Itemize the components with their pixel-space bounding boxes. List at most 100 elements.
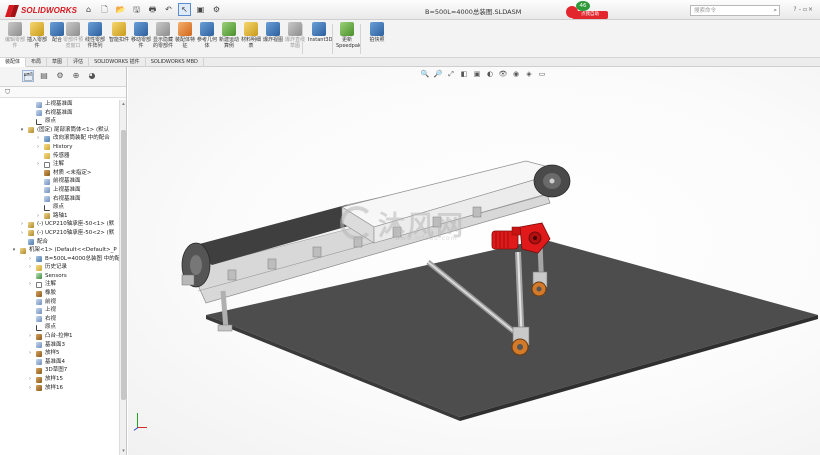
- search-icon[interactable]: ⌕: [773, 6, 777, 14]
- quick-access-button[interactable]: ↶: [162, 3, 175, 16]
- scroll-down-icon[interactable]: ▾: [120, 448, 126, 454]
- quick-access-button[interactable]: 🗋: [98, 3, 111, 16]
- ribbon-button-exploded-view[interactable]: 爆炸视图: [262, 22, 284, 56]
- tree-item[interactable]: › (-) UCP210轴承座-50<2> (默: [0, 229, 119, 238]
- tree-item[interactable]: 3D草图7: [0, 366, 119, 375]
- expand-toggle-icon[interactable]: ›: [27, 280, 33, 289]
- tree-item[interactable]: › 放样16: [0, 384, 119, 393]
- tree-item[interactable]: 右视基准面: [0, 109, 119, 118]
- tree-item[interactable]: ▾ (固定) 尾部滚筒体<1> (默认: [0, 126, 119, 135]
- tree-item[interactable]: 传感器: [0, 152, 119, 161]
- feature-manager-tab-icon[interactable]: 🗂: [22, 70, 34, 82]
- ribbon-button-show-hidden[interactable]: 显示隐藏的零部件: [152, 22, 174, 56]
- tree-item[interactable]: › 凸台-拉伸1: [0, 332, 119, 341]
- tree-item[interactable]: 原点: [0, 203, 119, 212]
- tree-item[interactable]: › 注解: [0, 160, 119, 169]
- tree-item[interactable]: › 放样15: [0, 375, 119, 384]
- restore-icon[interactable]: ▫: [803, 6, 807, 14]
- tree-item[interactable]: Sensors: [0, 272, 119, 281]
- ribbon-button-snapshot[interactable]: 拍快照: [366, 22, 388, 56]
- ribbon-button-speedpak[interactable]: 更新Speedpak: [336, 22, 361, 56]
- tree-item[interactable]: › 放样5: [0, 349, 119, 358]
- tree-item[interactable]: › History: [0, 143, 119, 152]
- graphics-area[interactable]: 🔍 🔎 ⤢ ◧ ▣ ◐ 👁 ◉ ◈ ▭ 沐风网 www.mfcad.com: [128, 67, 820, 455]
- quick-access-button[interactable]: ⚙: [210, 3, 223, 16]
- tree-item[interactable]: 原点: [0, 117, 119, 126]
- expand-toggle-icon[interactable]: ›: [27, 349, 33, 358]
- expand-toggle-icon[interactable]: ›: [35, 160, 41, 169]
- quick-access-button[interactable]: ⌂: [82, 3, 95, 16]
- conveyor-model[interactable]: [128, 67, 820, 455]
- ribbon-button-reference-geometry[interactable]: 参考几何体: [196, 22, 218, 56]
- expand-toggle-icon[interactable]: ›: [19, 229, 25, 238]
- tree-item[interactable]: 右视: [0, 315, 119, 324]
- ribbon-button-bom[interactable]: 材料明细表: [240, 22, 262, 56]
- expand-toggle-icon[interactable]: ›: [27, 263, 33, 272]
- property-manager-tab-icon[interactable]: ▤: [38, 70, 50, 82]
- quick-access-button[interactable]: 🖶: [146, 3, 159, 16]
- tab-0[interactable]: 装配体: [0, 58, 27, 67]
- expand-toggle-icon[interactable]: ›: [27, 375, 33, 384]
- search-commands-input[interactable]: 搜索命令 ⌕: [690, 5, 780, 16]
- tab-5[interactable]: SOLIDWORKS MBD: [146, 58, 204, 67]
- help-icon[interactable]: ?: [793, 6, 797, 14]
- tree-item[interactable]: 材质 <未指定>: [0, 169, 119, 178]
- tree-item[interactable]: 配合: [0, 238, 119, 247]
- tree-item[interactable]: 基准面3: [0, 341, 119, 350]
- expand-toggle-icon[interactable]: ›: [35, 212, 41, 221]
- ribbon-button-assembly-features[interactable]: 装配体特征: [174, 22, 196, 56]
- tree-item[interactable]: › 注解: [0, 280, 119, 289]
- ribbon-button-component-preview[interactable]: 零部件预览窗口: [62, 22, 84, 56]
- display-manager-tab-icon[interactable]: ◕: [86, 70, 98, 82]
- tree-item[interactable]: 右视基准面: [0, 195, 119, 204]
- tree-item[interactable]: › 路轴1: [0, 212, 119, 221]
- dimxpert-manager-tab-icon[interactable]: ⊕: [70, 70, 82, 82]
- scroll-thumb[interactable]: [121, 130, 126, 400]
- promo-badge[interactable]: 46 点我自助: [566, 1, 608, 19]
- filter-icon[interactable]: ⛉: [5, 88, 10, 97]
- tree-item[interactable]: 原点: [0, 323, 119, 332]
- configuration-manager-tab-icon[interactable]: ⚙: [54, 70, 66, 82]
- tree-item[interactable]: › B=500L=4000总装图 中的配: [0, 255, 120, 264]
- tree-scrollbar[interactable]: ▴ ▾: [119, 100, 126, 455]
- close-icon[interactable]: ×: [808, 6, 813, 14]
- tree-item[interactable]: 前视: [0, 298, 119, 307]
- tree-item[interactable]: 上视基准面: [0, 186, 119, 195]
- tree-item[interactable]: 上视基准面: [0, 100, 119, 109]
- expand-toggle-icon[interactable]: ›: [35, 134, 41, 143]
- tab-2[interactable]: 草图: [47, 58, 69, 67]
- scroll-up-icon[interactable]: ▴: [120, 101, 126, 107]
- ribbon-button-move-component[interactable]: 移动零部件: [130, 22, 152, 56]
- ribbon-button-smart-fasteners[interactable]: 智能扣件: [108, 22, 130, 56]
- expand-toggle-icon[interactable]: ▾: [11, 246, 17, 255]
- tree-item[interactable]: › 历史记录: [0, 263, 119, 272]
- minimize-icon[interactable]: -: [798, 6, 802, 14]
- expand-toggle-icon[interactable]: ›: [19, 220, 25, 229]
- tab-3[interactable]: 评估: [68, 58, 90, 67]
- tab-1[interactable]: 布局: [26, 58, 48, 67]
- ribbon-button-edit-component[interactable]: 编辑零部件: [4, 22, 26, 56]
- quick-access-button[interactable]: 📂: [114, 3, 127, 16]
- expand-toggle-icon[interactable]: ›: [27, 255, 33, 264]
- tree-item[interactable]: ▾ 机架<1> (Default<<Default>_P: [0, 246, 119, 255]
- quick-access-button[interactable]: 🖫: [130, 3, 143, 16]
- bom-icon: [244, 22, 258, 36]
- ribbon-button-linear-pattern[interactable]: 线性零部件阵列: [84, 22, 106, 56]
- tree-item[interactable]: 基准面4: [0, 358, 119, 367]
- solidworks-logo[interactable]: SOLIDWORKS: [6, 4, 77, 17]
- expand-toggle-icon[interactable]: ›: [27, 384, 33, 393]
- quick-access-button[interactable]: ▣: [194, 3, 207, 16]
- tab-4[interactable]: SOLIDWORKS 插件: [89, 58, 146, 67]
- tree-item[interactable]: 前视基准面: [0, 177, 119, 186]
- ribbon-button-instant3d[interactable]: Instant3D: [308, 22, 332, 56]
- tree-item[interactable]: › (-) UCP210轴承座-50<1> (默: [0, 220, 119, 229]
- tree-item[interactable]: 橡胶: [0, 289, 119, 298]
- ribbon-button-motion-study[interactable]: 新建运动算例: [218, 22, 240, 56]
- tree-item[interactable]: › 改向滚筒装配 中的配合: [0, 134, 119, 143]
- expand-toggle-icon[interactable]: ▾: [19, 126, 25, 135]
- ribbon-button-insert-component[interactable]: 插入零部件: [26, 22, 48, 56]
- expand-toggle-icon[interactable]: ›: [27, 332, 33, 341]
- expand-toggle-icon[interactable]: ›: [35, 143, 41, 152]
- tree-item[interactable]: 上视: [0, 306, 119, 315]
- quick-access-button[interactable]: ↖: [178, 3, 191, 16]
